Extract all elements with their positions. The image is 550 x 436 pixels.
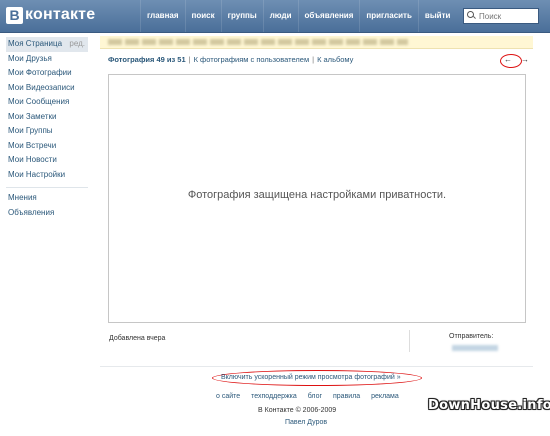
- footer-about[interactable]: о сайте: [216, 393, 240, 400]
- sidebar-item-videos[interactable]: Мои Видеозаписи: [6, 81, 88, 96]
- sidebar-item-classifieds[interactable]: Объявления: [6, 206, 88, 221]
- sidebar-divider: [6, 187, 88, 188]
- link-album[interactable]: К альбому: [317, 55, 353, 64]
- logo-icon: В: [6, 6, 23, 24]
- nav-people[interactable]: люди: [262, 0, 298, 32]
- footer-ads[interactable]: реклама: [371, 393, 399, 400]
- prev-photo-arrow-icon[interactable]: ←: [504, 55, 512, 65]
- vertical-divider: [409, 330, 410, 352]
- nav-ads[interactable]: объявления: [297, 0, 360, 32]
- watermark: DownHouse.info: [428, 398, 550, 413]
- sidebar-item-label[interactable]: Моя Страница: [8, 37, 62, 52]
- author-link[interactable]: Павел Дуров: [285, 419, 327, 426]
- footer-rules[interactable]: правила: [333, 393, 360, 400]
- content-divider: [100, 366, 533, 367]
- link-user-photos[interactable]: К фотографиям с пользователем: [194, 55, 310, 64]
- nav-groups[interactable]: группы: [220, 0, 263, 32]
- sidebar-item-notes[interactable]: Мои Заметки: [6, 110, 88, 125]
- sidebar-item-events[interactable]: Мои Встречи: [6, 139, 88, 154]
- sidebar-item-groups[interactable]: Мои Группы: [6, 124, 88, 139]
- search-input[interactable]: [479, 11, 535, 21]
- header-bar: В контакте главная поиск группы люди объ…: [0, 0, 550, 33]
- photo-navigation: Фотография 49 из 51 | К фотографиям с поль…: [108, 55, 353, 64]
- sidebar-item-photos[interactable]: Мои Фотографии: [6, 66, 88, 81]
- photo-counter: Фотография 49 из 51: [108, 55, 186, 64]
- sidebar: Моя Страница ред. Мои Друзья Мои Фотогра…: [6, 37, 88, 220]
- blurred-breadcrumb: [108, 39, 408, 45]
- sidebar-item-opinions[interactable]: Мнения: [6, 191, 88, 206]
- photo-area: Фотография защищена настройками приватно…: [108, 74, 526, 323]
- sidebar-item-settings[interactable]: Мои Настройки: [6, 168, 88, 183]
- sidebar-item-my-page[interactable]: Моя Страница ред.: [6, 37, 88, 52]
- top-navigation: главная поиск группы люди объявления при…: [140, 0, 456, 32]
- fast-view-link[interactable]: Включить ускоренный режим просмотра фото…: [221, 374, 401, 381]
- edit-link[interactable]: ред.: [69, 37, 88, 52]
- separator: |: [312, 55, 315, 64]
- logo-text: контакте: [25, 6, 96, 23]
- search-box[interactable]: [463, 8, 539, 24]
- footer-links: о сайте техподдержка блог правила реклам…: [216, 393, 408, 400]
- footer-blog[interactable]: блог: [308, 393, 322, 400]
- nav-home[interactable]: главная: [140, 0, 185, 32]
- separator: |: [188, 55, 191, 64]
- footer-support[interactable]: техподдержка: [251, 393, 297, 400]
- sender-label: Отправитель:: [449, 333, 494, 340]
- added-date: Добавлена вчера: [109, 335, 166, 342]
- sidebar-item-messages[interactable]: Мои Сообщения: [6, 95, 88, 110]
- sidebar-item-news[interactable]: Мои Новости: [6, 153, 88, 168]
- copyright: В Контакте © 2006-2009: [258, 407, 337, 414]
- privacy-message: Фотография защищена настройками приватно…: [187, 189, 447, 201]
- nav-logout[interactable]: выйти: [417, 0, 457, 32]
- vkontakte-logo[interactable]: В контакте: [6, 6, 95, 24]
- nav-invite[interactable]: пригласить: [359, 0, 418, 32]
- sidebar-item-friends[interactable]: Мои Друзья: [6, 52, 88, 67]
- search-icon: [467, 11, 477, 21]
- breadcrumb-bar: [100, 36, 533, 49]
- next-photo-arrow-icon[interactable]: →: [521, 55, 529, 65]
- nav-search[interactable]: поиск: [184, 0, 221, 32]
- blurred-sender-name[interactable]: [452, 345, 498, 351]
